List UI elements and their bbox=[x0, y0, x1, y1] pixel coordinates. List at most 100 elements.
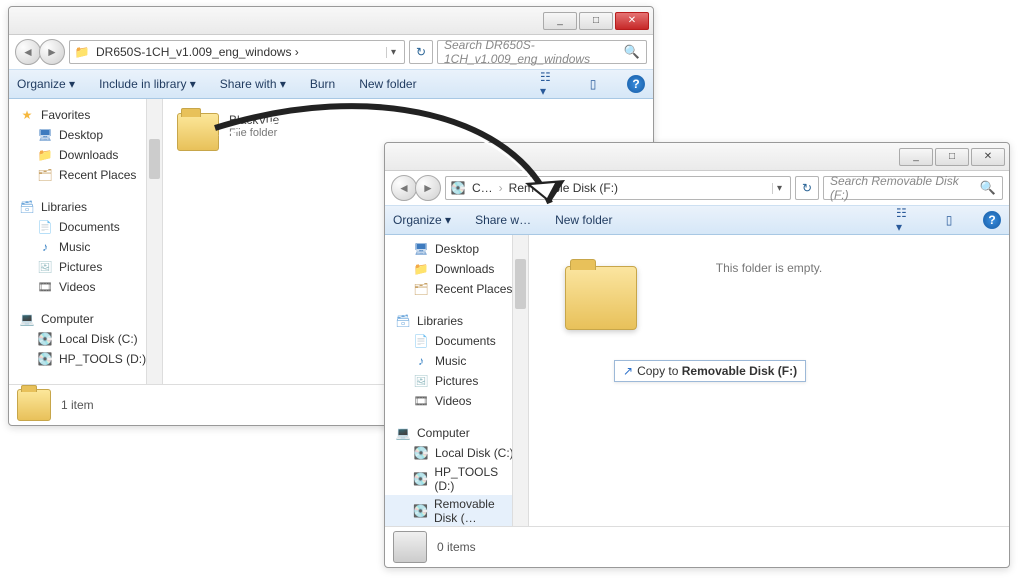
maximize-button[interactable]: □ bbox=[579, 12, 613, 30]
sidebar-item-hp-tools[interactable]: 💽HP_TOOLS (D:) bbox=[9, 349, 162, 369]
address-segment-1: C… bbox=[472, 181, 493, 195]
folder-icon: 📁 bbox=[74, 44, 90, 60]
navigation-pane: 🖥Desktop 📁Downloads 🗂Recent Places 🗃Libr… bbox=[385, 235, 529, 526]
status-text: 0 items bbox=[437, 540, 476, 554]
sidebar-item-hp-tools[interactable]: 💽HP_TOOLS (D:) bbox=[385, 463, 528, 495]
star-icon: ★ bbox=[19, 107, 35, 123]
refresh-button[interactable]: ↻ bbox=[795, 176, 819, 200]
computer-icon: 💻 bbox=[19, 311, 35, 327]
status-folder-icon bbox=[17, 389, 51, 421]
folder-icon bbox=[177, 113, 219, 151]
sidebar-item-local-c[interactable]: 💽Local Disk (C:) bbox=[9, 329, 162, 349]
forward-button[interactable]: ► bbox=[39, 39, 65, 65]
explorer-window-target: _ □ ✕ ◄ ► 💽 C… › Removable Disk (F:) ▾ ↻… bbox=[384, 142, 1010, 568]
view-options-icon[interactable]: ☷ ▾ bbox=[539, 74, 559, 94]
downloads-icon: 📁 bbox=[413, 261, 429, 277]
sidebar-item-pictures[interactable]: 🖼Pictures bbox=[385, 371, 528, 391]
desktop-icon: 🖥 bbox=[37, 127, 53, 143]
help-icon[interactable]: ? bbox=[983, 211, 1001, 229]
maximize-button[interactable]: □ bbox=[935, 148, 969, 166]
desktop-icon: 🖥 bbox=[413, 241, 429, 257]
search-placeholder: Search DR650S-1CH_v1.009_eng_windows bbox=[444, 38, 624, 66]
help-icon[interactable]: ? bbox=[627, 75, 645, 93]
sidebar-item-pictures[interactable]: 🖼Pictures bbox=[9, 257, 162, 277]
sidebar-item-desktop[interactable]: 🖥Desktop bbox=[9, 125, 162, 145]
back-button[interactable]: ◄ bbox=[15, 39, 41, 65]
include-library-menu[interactable]: Include in library ▾ bbox=[99, 77, 196, 91]
drag-ghost-folder bbox=[565, 266, 649, 350]
computer-group[interactable]: 💻Computer bbox=[385, 423, 528, 443]
refresh-button[interactable]: ↻ bbox=[409, 40, 433, 64]
organize-menu[interactable]: Organize ▾ bbox=[393, 213, 451, 227]
computer-group[interactable]: 💻Computer bbox=[9, 309, 162, 329]
downloads-icon: 📁 bbox=[37, 147, 53, 163]
close-button[interactable]: ✕ bbox=[971, 148, 1005, 166]
file-name: BlackVue bbox=[229, 113, 279, 127]
organize-menu[interactable]: Organize ▾ bbox=[17, 77, 75, 91]
status-bar: 0 items bbox=[385, 526, 1009, 567]
forward-button[interactable]: ► bbox=[415, 175, 441, 201]
minimize-button[interactable]: _ bbox=[543, 12, 577, 30]
disk-icon: 💽 bbox=[413, 445, 429, 461]
sidebar-item-removable[interactable]: 💽Removable Disk (… bbox=[385, 495, 528, 526]
sidebar-item-music[interactable]: ♪Music bbox=[9, 237, 162, 257]
titlebar: _ □ ✕ bbox=[385, 143, 1009, 171]
sidebar-item-recent[interactable]: 🗂Recent Places bbox=[385, 279, 528, 299]
sidebar-item-music[interactable]: ♪Music bbox=[385, 351, 528, 371]
sidebar-item-recent[interactable]: 🗂Recent Places bbox=[9, 165, 162, 185]
sidebar-scrollbar[interactable] bbox=[146, 99, 162, 384]
address-dropdown-icon[interactable]: ▾ bbox=[772, 183, 786, 194]
libraries-icon: 🗃 bbox=[395, 313, 411, 329]
close-button[interactable]: ✕ bbox=[615, 12, 649, 30]
view-options-icon[interactable]: ☷ ▾ bbox=[895, 210, 915, 230]
command-toolbar: Organize ▾ Share w… New folder ☷ ▾ ▯ ? bbox=[385, 205, 1009, 235]
sidebar-item-documents[interactable]: 📄Documents bbox=[385, 331, 528, 351]
videos-icon: 🎞 bbox=[37, 279, 53, 295]
navigation-pane: ★Favorites 🖥Desktop 📁Downloads 🗂Recent P… bbox=[9, 99, 163, 384]
documents-icon: 📄 bbox=[37, 219, 53, 235]
search-icon: 🔍 bbox=[624, 44, 640, 60]
nav-row: ◄ ► 📁 DR650S-1CH_v1.009_eng_windows › ▾ … bbox=[9, 35, 653, 69]
copy-arrow-icon: ↗ bbox=[623, 364, 633, 378]
address-bar[interactable]: 📁 DR650S-1CH_v1.009_eng_windows › ▾ bbox=[69, 40, 405, 64]
music-icon: ♪ bbox=[413, 353, 429, 369]
sidebar-item-videos[interactable]: 🎞Videos bbox=[385, 391, 528, 411]
pictures-icon: 🖼 bbox=[413, 373, 429, 389]
disk-icon: 💽 bbox=[37, 331, 53, 347]
file-type: File folder bbox=[229, 127, 279, 139]
share-menu[interactable]: Share w… bbox=[475, 213, 531, 227]
libraries-group[interactable]: 🗃Libraries bbox=[385, 311, 528, 331]
sidebar-item-downloads[interactable]: 📁Downloads bbox=[385, 259, 528, 279]
search-input[interactable]: Search Removable Disk (F:) 🔍 bbox=[823, 176, 1003, 200]
search-icon: 🔍 bbox=[980, 180, 996, 196]
libraries-group[interactable]: 🗃Libraries bbox=[9, 197, 162, 217]
address-dropdown-icon[interactable]: ▾ bbox=[386, 47, 400, 58]
tooltip-prefix: Copy to bbox=[637, 364, 682, 378]
search-input[interactable]: Search DR650S-1CH_v1.009_eng_windows 🔍 bbox=[437, 40, 647, 64]
nav-row: ◄ ► 💽 C… › Removable Disk (F:) ▾ ↻ Searc… bbox=[385, 171, 1009, 205]
new-folder-button[interactable]: New folder bbox=[359, 77, 416, 91]
sidebar-item-desktop[interactable]: 🖥Desktop bbox=[385, 239, 528, 259]
status-drive-icon bbox=[393, 531, 427, 563]
drag-tooltip: ↗ Copy to Removable Disk (F:) bbox=[614, 360, 806, 382]
tooltip-destination: Removable Disk (F:) bbox=[682, 364, 797, 378]
sidebar-item-videos[interactable]: 🎞Videos bbox=[9, 277, 162, 297]
burn-button[interactable]: Burn bbox=[310, 77, 335, 91]
preview-pane-icon[interactable]: ▯ bbox=[939, 210, 959, 230]
recent-icon: 🗂 bbox=[37, 167, 53, 183]
minimize-button[interactable]: _ bbox=[899, 148, 933, 166]
favorites-group[interactable]: ★Favorites bbox=[9, 105, 162, 125]
preview-pane-icon[interactable]: ▯ bbox=[583, 74, 603, 94]
new-folder-button[interactable]: New folder bbox=[555, 213, 612, 227]
address-text: DR650S-1CH_v1.009_eng_windows › bbox=[96, 45, 380, 59]
disk-icon: 💽 bbox=[37, 351, 53, 367]
sidebar-item-local-c[interactable]: 💽Local Disk (C:) bbox=[385, 443, 528, 463]
sidebar-scrollbar[interactable] bbox=[512, 235, 528, 526]
share-menu[interactable]: Share with ▾ bbox=[220, 77, 286, 91]
back-button[interactable]: ◄ bbox=[391, 175, 417, 201]
sidebar-item-documents[interactable]: 📄Documents bbox=[9, 217, 162, 237]
sidebar-item-downloads[interactable]: 📁Downloads bbox=[9, 145, 162, 165]
disk-icon: 💽 bbox=[413, 471, 428, 487]
address-bar[interactable]: 💽 C… › Removable Disk (F:) ▾ bbox=[445, 176, 791, 200]
pictures-icon: 🖼 bbox=[37, 259, 53, 275]
